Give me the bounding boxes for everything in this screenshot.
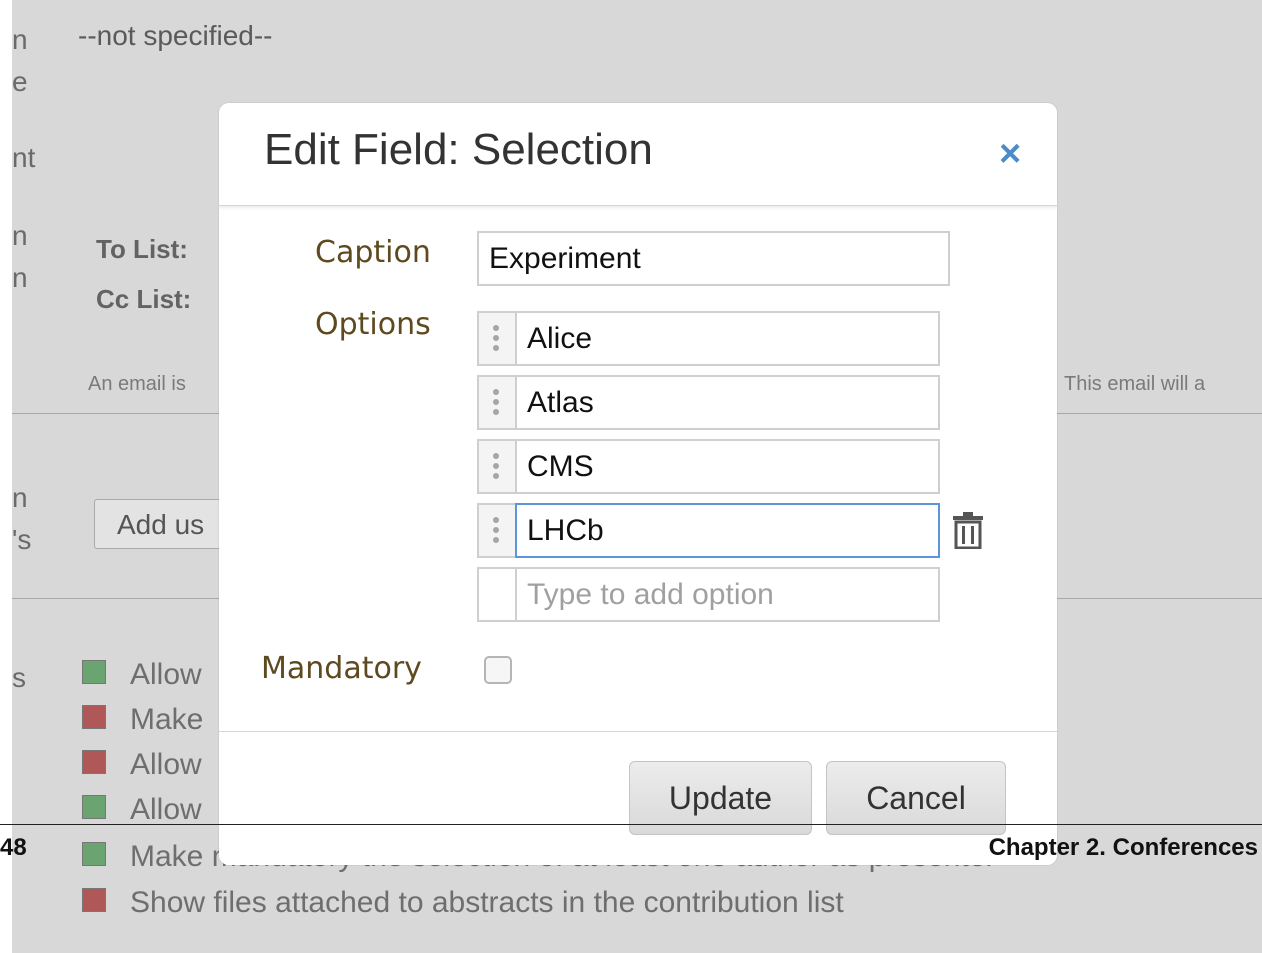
option-input[interactable] [515, 439, 940, 494]
chapter-title: Chapter 2. Conferences [988, 834, 1258, 861]
mandatory-checkbox[interactable] [484, 656, 512, 684]
option-input-focused[interactable] [515, 503, 940, 558]
clipped-label: n [12, 220, 28, 251]
clipped-label: 's [12, 524, 32, 555]
status-indicator-icon [82, 842, 106, 866]
status-indicator-icon [82, 795, 106, 819]
new-option-input[interactable] [515, 567, 940, 622]
not-specified-text: --not specified-- [78, 20, 273, 51]
option-handle-placeholder [477, 567, 515, 622]
clipped-label: n [12, 482, 28, 513]
page-number: 48 [0, 834, 27, 861]
close-icon[interactable]: × [999, 135, 1021, 173]
mandatory-label: Mandatory [261, 651, 422, 686]
cc-list-label: Cc List: [96, 284, 192, 314]
drag-handle-icon[interactable] [477, 375, 515, 430]
options-label: Options [315, 307, 431, 342]
option-input[interactable] [515, 311, 940, 366]
option-row [477, 503, 940, 558]
to-list-label: To List: [96, 234, 188, 264]
new-option-row [477, 567, 940, 622]
status-indicator-icon [82, 660, 106, 684]
option-row [477, 311, 940, 366]
page-footer-rule [0, 824, 1262, 825]
option-row [477, 375, 940, 430]
status-indicator-icon [82, 888, 106, 912]
option-row [477, 439, 940, 494]
trash-icon[interactable] [951, 511, 985, 549]
dialog-header: Edit Field: Selection × [219, 103, 1057, 206]
caption-field[interactable] [477, 231, 950, 286]
drag-handle-icon[interactable] [477, 503, 515, 558]
drag-handle-icon[interactable] [477, 439, 515, 494]
clipped-label: e [12, 66, 28, 97]
status-indicator-icon [82, 705, 106, 729]
option-input[interactable] [515, 375, 940, 430]
drag-handle-icon[interactable] [477, 311, 515, 366]
clipped-label: nt [12, 142, 36, 173]
dialog-footer: Update Cancel [219, 731, 1057, 865]
edit-field-dialog: Edit Field: Selection × Caption Options … [219, 103, 1057, 865]
status-indicator-icon [82, 750, 106, 774]
clipped-label: n [12, 262, 28, 293]
clipped-label: n [12, 24, 28, 55]
email-note: An email is [88, 373, 186, 395]
caption-label: Caption [315, 235, 431, 270]
dialog-title: Edit Field: Selection [264, 125, 653, 174]
email-note-continued: This email will a [1064, 373, 1206, 395]
clipped-label: s [12, 662, 26, 693]
